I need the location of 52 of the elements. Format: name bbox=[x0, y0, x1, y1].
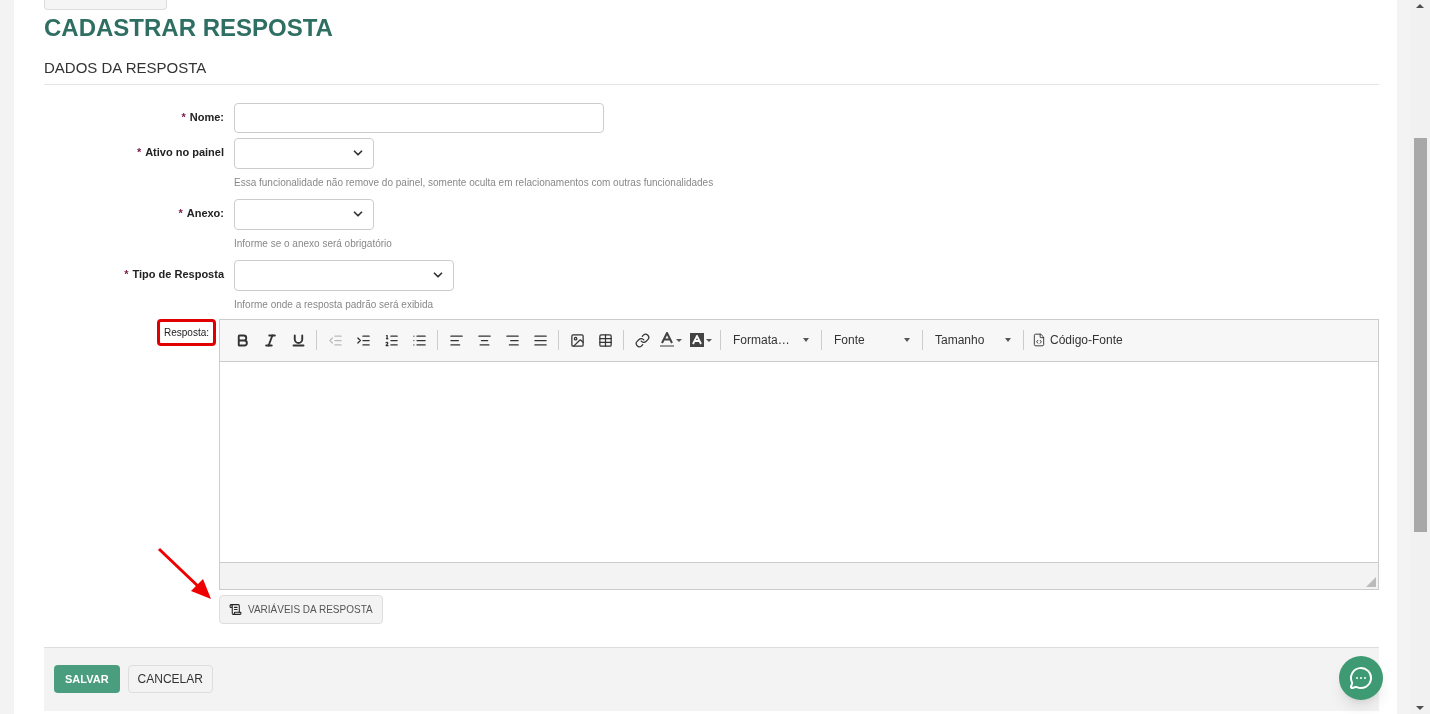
link-icon bbox=[634, 332, 650, 348]
required-asterisk: * bbox=[178, 206, 183, 222]
select-field[interactable] bbox=[234, 259, 454, 291]
toolbar-dropdown[interactable]: Formata… bbox=[725, 326, 817, 354]
variables-button[interactable]: VARIÁVEIS DA RESPOSTA bbox=[219, 594, 383, 624]
field-label: Ativo no painel bbox=[145, 145, 224, 161]
select-field[interactable] bbox=[234, 137, 374, 169]
field-label: Anexo: bbox=[186, 206, 224, 222]
toolbar-dropdown[interactable]: Tamanho bbox=[927, 326, 1019, 354]
underline-icon bbox=[290, 332, 306, 348]
caret-icon bbox=[803, 338, 809, 342]
code-file-icon bbox=[1032, 333, 1046, 347]
italic-icon bbox=[262, 332, 278, 348]
chat-icon bbox=[1349, 665, 1373, 690]
align-right-icon bbox=[504, 332, 520, 348]
scrollbar-thumb[interactable] bbox=[1413, 138, 1427, 532]
image-icon bbox=[569, 332, 585, 348]
editor-label: Resposta: bbox=[156, 318, 216, 346]
scroll-up-icon bbox=[1416, 4, 1424, 8]
numbered-list-icon bbox=[383, 332, 399, 348]
field-hint: Informe se o anexo será obrigatório bbox=[234, 236, 392, 251]
select-field[interactable] bbox=[234, 198, 374, 230]
justify-icon bbox=[532, 332, 548, 348]
scroll-down-icon bbox=[1416, 706, 1424, 710]
field-label: Nome: bbox=[189, 110, 224, 126]
letter-a-icon bbox=[660, 332, 674, 348]
source-code-button[interactable]: Código-Fonte bbox=[1028, 326, 1127, 354]
arrow-drawing bbox=[157, 546, 213, 601]
resize-handle-icon bbox=[1366, 576, 1376, 587]
chat-button[interactable] bbox=[1339, 655, 1383, 700]
align-center-icon bbox=[476, 332, 492, 348]
required-asterisk: * bbox=[124, 267, 129, 283]
caret-icon bbox=[1005, 338, 1011, 342]
input-field[interactable] bbox=[234, 102, 604, 133]
section-title: DADOS DA RESPOSTA bbox=[44, 57, 1379, 85]
page-title: CADASTRAR RESPOSTA bbox=[44, 13, 334, 43]
letter-a-icon bbox=[690, 333, 704, 347]
table-icon bbox=[597, 332, 613, 348]
caret-icon bbox=[706, 338, 712, 342]
caret-icon bbox=[676, 338, 682, 342]
toolbar-dropdown[interactable]: Fonte bbox=[826, 326, 918, 354]
caret-icon bbox=[904, 338, 910, 342]
outdent-icon bbox=[327, 332, 343, 348]
required-asterisk: * bbox=[181, 110, 186, 126]
bullet-list-icon bbox=[411, 332, 427, 348]
indent-icon bbox=[355, 332, 371, 348]
field-label: Tipo de Resposta bbox=[132, 267, 224, 283]
cancel-button[interactable]: CANCELAR bbox=[127, 665, 213, 693]
field-hint: Informe onde a resposta padrão será exibida bbox=[234, 297, 434, 312]
align-left-icon bbox=[448, 332, 464, 348]
field-hint: Essa funcionalidade não remove do painel, somente oculta em relacionamentos com outras funcionalidades bbox=[234, 175, 714, 190]
required-asterisk: * bbox=[136, 145, 142, 161]
